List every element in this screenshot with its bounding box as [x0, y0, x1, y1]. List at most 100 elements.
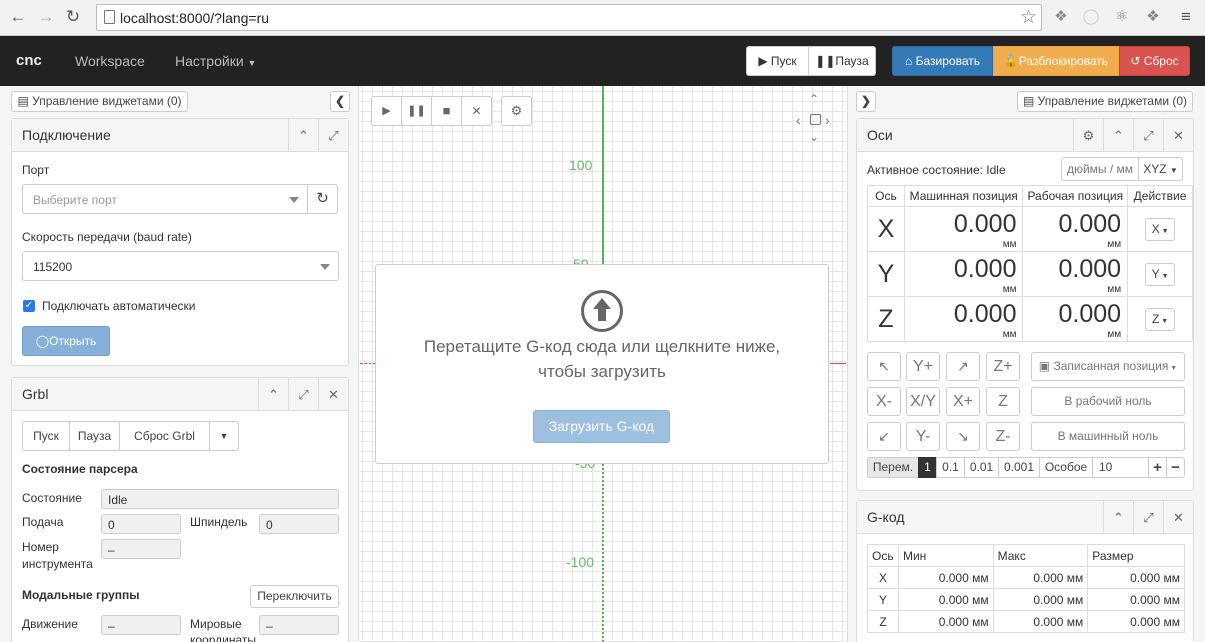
bookmark-star-icon[interactable]: ☆: [1020, 6, 1037, 29]
fit-view-icon[interactable]: [810, 114, 821, 125]
port-select[interactable]: Выберите порт: [22, 184, 308, 214]
run-button[interactable]: ▶: [371, 96, 402, 126]
col-min: Мин: [897, 544, 994, 567]
step-custom-input[interactable]: 10: [1092, 457, 1149, 478]
go-to-work-zero-button[interactable]: В рабочий ноль: [1031, 387, 1185, 416]
grbl-reset-button[interactable]: Сброс Grbl: [119, 421, 210, 451]
open-connection-button[interactable]: ◯Открыть: [22, 326, 110, 356]
baud-select[interactable]: 115200: [22, 251, 339, 281]
units-toggle[interactable]: дюймы / мм: [1061, 157, 1139, 181]
close-icon[interactable]: ✕: [1163, 501, 1193, 534]
table-row: Y 0.000 мм 0.000 мм 0.000 мм: [867, 588, 1185, 611]
chevron-left-icon[interactable]: ‹: [796, 112, 801, 128]
auto-connect-checkbox[interactable]: ✓: [23, 300, 35, 312]
toggle-modal-button[interactable]: Переключить: [250, 585, 339, 608]
expand-icon[interactable]: ⤢: [1133, 501, 1163, 534]
pause-button[interactable]: ❚❚Пауза: [808, 46, 876, 76]
expand-icon[interactable]: ⤢: [1133, 119, 1163, 152]
nav-workspace[interactable]: Workspace: [75, 53, 145, 69]
reload-icon[interactable]: ↻: [63, 7, 83, 27]
jog-xy-button[interactable]: X/Y: [906, 387, 940, 416]
step-option[interactable]: 0.1: [936, 457, 965, 478]
pause-run-button[interactable]: ❚❚: [401, 96, 432, 126]
step-option[interactable]: 0.01: [964, 457, 999, 478]
close-icon[interactable]: ✕: [1163, 119, 1193, 152]
nav-settings[interactable]: Настройки ▼: [175, 53, 256, 69]
chevron-up-icon[interactable]: ⌃: [258, 378, 288, 411]
jog-xminus-button[interactable]: X-: [867, 387, 901, 416]
step-custom-label[interactable]: Особое: [1039, 457, 1093, 478]
grbl-start-button[interactable]: Пуск: [22, 421, 70, 451]
grbl-pause-button[interactable]: Пауза: [69, 421, 120, 451]
reset-button[interactable]: ↺ Сброс: [1119, 46, 1190, 76]
axes-widget: Оси ⚙ ⌃ ⤢ ✕ Активное состояние: Idle дюй…: [856, 118, 1194, 491]
save-icon: ▣: [1038, 359, 1051, 373]
refresh-ports-button[interactable]: ↻: [307, 184, 338, 214]
chevron-up-icon[interactable]: ⌃: [1103, 119, 1133, 152]
step-decrease-button[interactable]: −: [1166, 457, 1185, 478]
load-gcode-button[interactable]: Загрузить G-код: [533, 410, 670, 443]
step-increase-button[interactable]: +: [1148, 457, 1167, 478]
forward-arrow-icon[interactable]: →: [36, 7, 56, 27]
play-icon: ▶: [758, 54, 768, 68]
step-option-active[interactable]: 1: [918, 457, 937, 478]
jog-yplus-button[interactable]: Y+: [906, 352, 940, 381]
home-button[interactable]: ⌂ Базировать: [892, 46, 993, 76]
react-extension-icon[interactable]: ⚛: [1113, 8, 1131, 26]
chevron-up-icon[interactable]: ⌃: [809, 92, 819, 106]
jog-zminus-button[interactable]: Z-: [986, 422, 1020, 451]
chevron-up-icon[interactable]: ⌃: [288, 119, 318, 152]
axis-action-z[interactable]: Z ▼: [1145, 308, 1176, 331]
jog-xminus-yminus-button[interactable]: ↙: [867, 422, 901, 451]
machine-pos-value: 0.000: [953, 255, 1017, 283]
chevron-down-icon[interactable]: ⌄: [809, 130, 819, 144]
expand-icon[interactable]: ⤢: [318, 119, 348, 152]
jog-z-button[interactable]: Z: [986, 387, 1020, 416]
caret-down-icon: ▼: [1168, 365, 1178, 372]
visualizer-canvas[interactable]: 100 50 -50 -100 ▶ ❚❚ ■ ✕ ⚙ ⌃ ‹ › ⌄ Перет…: [360, 86, 846, 642]
state-value: Idle: [101, 489, 339, 509]
menu-icon[interactable]: ≡: [1177, 8, 1195, 26]
saved-position-label: Записанная позиция: [1053, 359, 1169, 373]
manage-widgets-button-right[interactable]: ▤ Управление виджетами (0): [1017, 91, 1193, 112]
grbl-widget: Grbl ⌃ ⤢ ✕ Пуск Пауза Сброс Grbl ▼ Состо…: [11, 377, 349, 642]
manage-widgets-button-left[interactable]: ▤ Управление виджетами (0): [11, 91, 188, 112]
unlock-button[interactable]: 🔓Разблокировать: [993, 46, 1119, 76]
expand-icon[interactable]: ⤢: [288, 378, 318, 411]
jog-xplus-yminus-button[interactable]: ↘: [946, 422, 980, 451]
dropbox-extension-icon[interactable]: ❖: [1144, 8, 1162, 26]
extension-icon[interactable]: ❖: [1052, 8, 1070, 26]
grbl-header: Grbl ⌃ ⤢ ✕: [12, 378, 348, 411]
collapse-left-button[interactable]: ❮: [330, 91, 350, 112]
jog-xminus-yplus-button[interactable]: ↖: [867, 352, 901, 381]
chevron-up-icon[interactable]: ⌃: [1103, 501, 1133, 534]
extension-icon[interactable]: ◯: [1082, 8, 1100, 26]
close-gcode-button[interactable]: ✕: [461, 96, 492, 126]
axis-action-x[interactable]: X ▼: [1145, 218, 1176, 241]
saved-position-dropdown[interactable]: ▣ Записанная позиция ▼: [1031, 352, 1185, 381]
jog-xplus-yplus-button[interactable]: ↗: [946, 352, 980, 381]
collapse-right-button[interactable]: ❯: [856, 91, 876, 112]
chevron-right-icon[interactable]: ›: [825, 112, 830, 128]
jog-zplus-button[interactable]: Z+: [986, 352, 1020, 381]
close-icon[interactable]: ✕: [318, 378, 348, 411]
close-icon: ✕: [471, 104, 482, 118]
start-button[interactable]: ▶ Пуск: [746, 46, 809, 76]
back-arrow-icon[interactable]: ←: [8, 7, 28, 27]
plane-select[interactable]: XYZ ▼: [1138, 157, 1183, 181]
axis-action-y[interactable]: Y ▼: [1145, 263, 1176, 286]
brand-logo[interactable]: cnc: [16, 52, 42, 69]
gcode-drop-zone[interactable]: Перетащите G-код сюда или щелкните ниже,…: [375, 264, 829, 464]
stop-button[interactable]: ■: [431, 96, 462, 126]
go-to-machine-zero-button[interactable]: В машинный ноль: [1031, 422, 1185, 451]
step-option[interactable]: 0.001: [998, 457, 1040, 478]
visualizer-settings-button[interactable]: ⚙: [501, 96, 532, 126]
address-bar[interactable]: localhost:8000/?lang=ru ☆: [96, 4, 1042, 31]
arrow-up-left-icon: ↖: [878, 358, 890, 374]
jog-xplus-button[interactable]: X+: [946, 387, 980, 416]
unlock-icon: 🔓: [1003, 54, 1019, 68]
jog-yminus-button[interactable]: Y-: [906, 422, 940, 451]
gear-icon[interactable]: ⚙: [1073, 119, 1103, 152]
axis-row-z: Z 0.000 мм 0.000 мм Z ▼: [867, 296, 1193, 342]
grbl-more-dropdown[interactable]: ▼: [209, 421, 239, 451]
